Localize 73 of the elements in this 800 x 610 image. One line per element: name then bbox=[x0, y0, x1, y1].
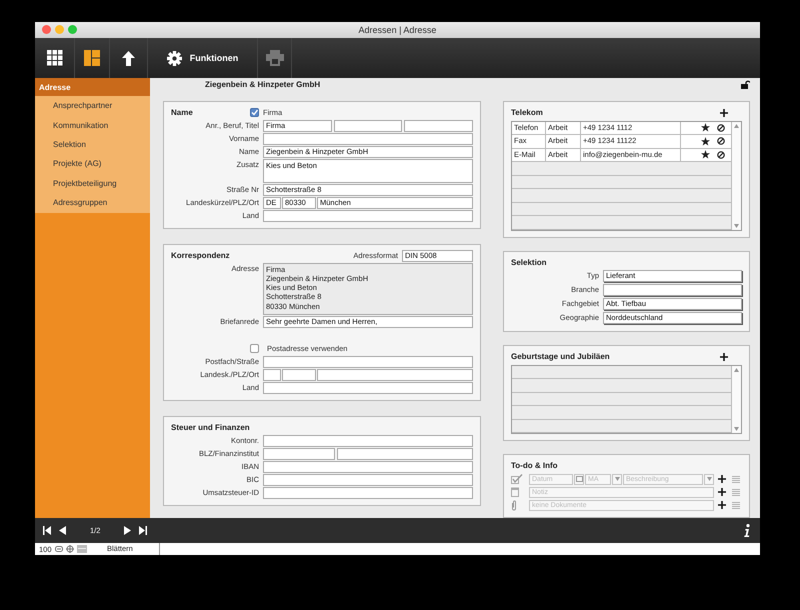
record-title: Ziegenbein & Hinzpeter GmbH bbox=[205, 80, 320, 89]
star-icon[interactable] bbox=[701, 150, 710, 160]
input-field[interactable] bbox=[263, 474, 473, 486]
prohibited-icon[interactable] bbox=[717, 150, 725, 159]
layout-icon bbox=[84, 50, 100, 66]
panel-title: Steuer und Finanzen bbox=[171, 422, 250, 434]
sidebar-item[interactable]: Adressgruppen bbox=[35, 192, 150, 212]
scroll-down-icon[interactable] bbox=[734, 224, 739, 228]
scroll-up-icon[interactable] bbox=[734, 124, 739, 128]
checkbox[interactable] bbox=[250, 344, 259, 354]
star-icon[interactable] bbox=[701, 123, 710, 132]
input-field[interactable] bbox=[263, 368, 281, 381]
window-title: Adressen | Adresse bbox=[358, 25, 436, 35]
input-field[interactable] bbox=[404, 120, 473, 132]
gear-icon bbox=[166, 50, 182, 66]
scroll-up-icon[interactable] bbox=[734, 368, 739, 372]
prohibited-icon[interactable] bbox=[717, 124, 725, 132]
input-field[interactable] bbox=[317, 368, 473, 381]
input-field[interactable] bbox=[337, 448, 473, 460]
scroll-down-icon[interactable] bbox=[734, 427, 739, 431]
add-icon[interactable] bbox=[718, 488, 726, 496]
input-field[interactable] bbox=[263, 210, 473, 222]
star-icon[interactable] bbox=[701, 136, 710, 146]
panel-title: Geburtstage und Jubiläen bbox=[511, 350, 610, 362]
panel-title: Korrespondenz bbox=[171, 250, 230, 262]
sidebar-item[interactable]: Projekte (AG) bbox=[35, 154, 150, 174]
input-field[interactable] bbox=[263, 460, 473, 473]
input-field[interactable] bbox=[334, 120, 402, 132]
input-field[interactable] bbox=[263, 356, 473, 368]
checkmark-icon bbox=[511, 474, 523, 484]
printer-icon bbox=[266, 50, 284, 66]
up-arrow-icon bbox=[122, 50, 135, 66]
input-field[interactable] bbox=[282, 368, 316, 381]
list-icon[interactable] bbox=[732, 476, 740, 482]
info-icon[interactable] bbox=[744, 524, 750, 537]
panel-title: Selektion bbox=[511, 256, 548, 268]
scrollbar[interactable] bbox=[731, 122, 741, 230]
list-icon[interactable] bbox=[732, 488, 740, 496]
input-field[interactable] bbox=[263, 382, 473, 394]
add-icon[interactable] bbox=[718, 501, 726, 509]
next-page-button[interactable] bbox=[124, 526, 132, 535]
paperclip-icon bbox=[511, 500, 517, 510]
panel-title: To-do & Info bbox=[511, 460, 558, 472]
lock-icon[interactable] bbox=[741, 80, 750, 89]
functions-button[interactable]: Funktionen bbox=[148, 38, 258, 78]
sidebar-item[interactable]: Adresse bbox=[35, 78, 150, 96]
prohibited-icon[interactable] bbox=[717, 137, 725, 146]
last-page-button[interactable] bbox=[139, 526, 148, 535]
list-icon[interactable] bbox=[732, 502, 740, 508]
checkbox[interactable] bbox=[250, 108, 259, 117]
input-field[interactable] bbox=[263, 434, 473, 447]
zoom-in-icon[interactable] bbox=[66, 545, 74, 553]
input-field[interactable] bbox=[263, 486, 473, 499]
previous-page-button[interactable] bbox=[59, 526, 66, 535]
grid-icon bbox=[46, 50, 62, 66]
sidebar-item[interactable]: Ansprechpartner bbox=[35, 96, 150, 116]
add-icon[interactable] bbox=[718, 475, 726, 483]
add-icon[interactable] bbox=[720, 108, 728, 116]
sidebar-item[interactable]: Projektbeteiligung bbox=[35, 174, 150, 193]
panel-title: Name bbox=[171, 106, 193, 118]
input-field[interactable] bbox=[263, 132, 473, 144]
calendar-icon[interactable] bbox=[574, 474, 584, 484]
sidebar-item[interactable]: Kommunikation bbox=[35, 115, 150, 135]
input-field[interactable] bbox=[603, 284, 742, 296]
view-toggle-icon[interactable] bbox=[76, 545, 87, 553]
notepad-icon bbox=[511, 487, 519, 497]
sidebar-item[interactable]: Selektion bbox=[35, 134, 150, 154]
first-page-button[interactable] bbox=[43, 526, 51, 535]
input-field[interactable] bbox=[263, 448, 335, 460]
scrollbar[interactable] bbox=[731, 366, 741, 433]
zoom-out-icon[interactable] bbox=[54, 546, 63, 552]
panel-title: Telekom bbox=[511, 106, 543, 118]
add-icon[interactable] bbox=[720, 352, 728, 360]
